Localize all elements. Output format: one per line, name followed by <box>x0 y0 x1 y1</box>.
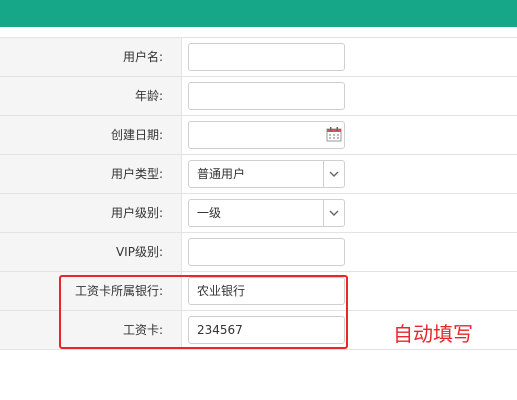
username-label: 用户名: <box>0 38 182 76</box>
top-bar <box>0 0 517 27</box>
form-row-vip-level: VIP级别: <box>0 233 517 272</box>
form-row-created-date: 创建日期: <box>0 116 517 155</box>
highlight-box <box>59 275 348 349</box>
vip-level-input[interactable] <box>188 238 345 266</box>
created-date-input[interactable] <box>188 121 345 149</box>
user-type-select[interactable]: 普通用户 <box>188 160 345 188</box>
age-label: 年龄: <box>0 77 182 115</box>
form-row-user-level: 用户级别: 一级 <box>0 194 517 233</box>
user-level-label: 用户级别: <box>0 194 182 232</box>
calendar-icon[interactable] <box>326 126 342 142</box>
form-row-user-type: 用户类型: 普通用户 <box>0 155 517 194</box>
annotation-text: 自动填写 <box>393 322 473 346</box>
chevron-down-icon <box>323 161 344 187</box>
user-level-select[interactable]: 一级 <box>188 199 345 227</box>
form-row-age: 年龄: <box>0 77 517 116</box>
chevron-down-icon <box>323 200 344 226</box>
vip-level-label: VIP级别: <box>0 233 182 271</box>
created-date-label: 创建日期: <box>0 116 182 154</box>
user-type-value: 普通用户 <box>197 167 246 181</box>
form-row-username: 用户名: <box>0 37 517 77</box>
username-input[interactable] <box>188 43 345 71</box>
user-level-value: 一级 <box>197 206 222 220</box>
user-type-label: 用户类型: <box>0 155 182 193</box>
age-input[interactable] <box>188 82 345 110</box>
